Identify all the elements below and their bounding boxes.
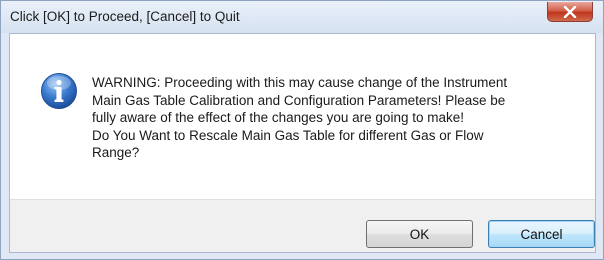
message-line: Do You Want to Rescale Main Gas Table fo… <box>92 127 484 143</box>
dialog-window: Click [OK] to Proceed, [Cancel] to Quit <box>0 0 604 260</box>
warning-message: WARNING: Proceeding with this may cause … <box>92 74 572 162</box>
message-line: Range? <box>92 145 140 160</box>
message-line: Main Gas Table Calibration and Configura… <box>92 92 506 108</box>
message-area: WARNING: Proceeding with this may cause … <box>10 34 595 199</box>
cancel-button[interactable]: Cancel <box>488 220 595 248</box>
close-button[interactable] <box>547 2 593 22</box>
information-icon <box>41 73 77 109</box>
dialog-body: WARNING: Proceeding with this may cause … <box>9 33 596 253</box>
close-icon <box>563 5 577 18</box>
message-line: WARNING: Proceeding with this may cause … <box>92 75 508 90</box>
message-line: fully aware of the effect of the changes… <box>92 110 464 125</box>
ok-button[interactable]: OK <box>366 220 473 248</box>
dialog-title: Click [OK] to Proceed, [Cancel] to Quit <box>10 9 240 24</box>
button-bar: OK Cancel <box>10 199 595 252</box>
title-bar[interactable]: Click [OK] to Proceed, [Cancel] to Quit <box>1 1 603 33</box>
